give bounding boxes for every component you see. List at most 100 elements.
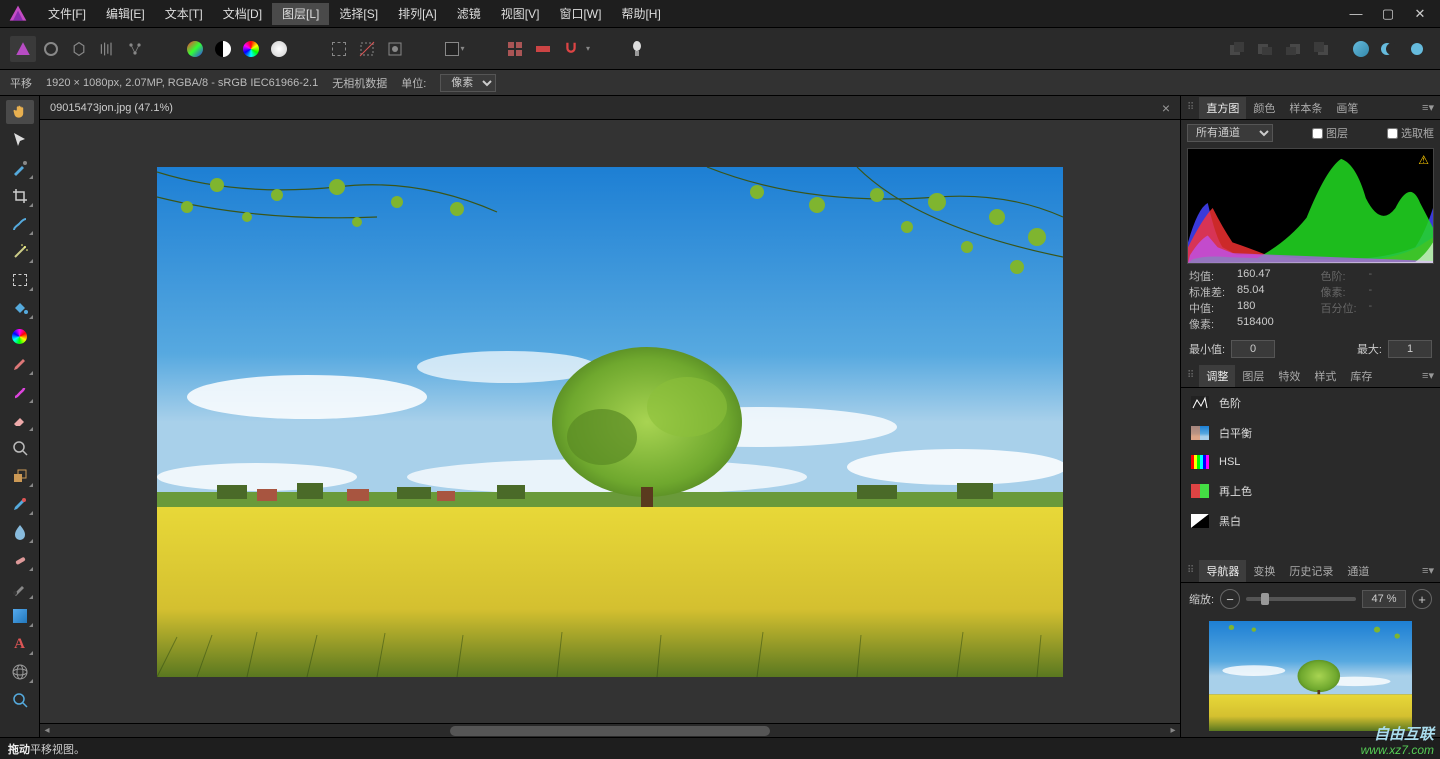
grid-rule-icon[interactable]	[502, 36, 528, 62]
panel-menu-icon[interactable]: ≡▾	[1422, 101, 1434, 114]
minimize-button[interactable]: —	[1340, 6, 1372, 21]
arrange-backward-icon[interactable]	[1252, 36, 1278, 62]
unit-select[interactable]: 像素	[440, 74, 496, 92]
persona-photo-icon[interactable]	[10, 36, 36, 62]
tab-颜色[interactable]: 颜色	[1246, 97, 1282, 119]
marquee-tool[interactable]	[6, 268, 34, 292]
color-picker-tool[interactable]	[6, 156, 34, 180]
tab-历史记录[interactable]: 历史记录	[1282, 560, 1340, 582]
max-input[interactable]	[1388, 340, 1432, 358]
menu-4[interactable]: 图层[L]	[272, 3, 329, 25]
tab-直方图[interactable]: 直方图	[1199, 97, 1246, 119]
blur-tool[interactable]	[6, 520, 34, 544]
persona-develop-icon[interactable]	[66, 36, 92, 62]
tab-图层[interactable]: 图层	[1235, 365, 1271, 387]
menu-5[interactable]: 选择[S]	[329, 3, 388, 25]
zoom-slider[interactable]	[1246, 597, 1356, 601]
selection-hide-icon[interactable]	[354, 36, 380, 62]
scrollbar-thumb[interactable]	[450, 726, 769, 736]
dodge-tool[interactable]	[6, 576, 34, 600]
navigator-preview[interactable]	[1209, 621, 1412, 731]
arrange-front-icon[interactable]	[1308, 36, 1334, 62]
tab-调整[interactable]: 调整	[1199, 365, 1235, 387]
document-tab[interactable]: 09015473jon.jpg (47.1%)	[50, 102, 173, 114]
menu-7[interactable]: 滤镜	[447, 3, 491, 25]
menu-8[interactable]: 视图[V]	[491, 3, 550, 25]
crop-tool[interactable]	[6, 184, 34, 208]
status-text: 平移视图。	[30, 741, 85, 757]
tab-通道[interactable]: 通道	[1340, 560, 1376, 582]
close-tab-button[interactable]: ×	[1162, 100, 1170, 116]
clone-tool[interactable]	[6, 464, 34, 488]
marquee-checkbox[interactable]: 选取框	[1387, 125, 1434, 141]
pan-tool[interactable]	[6, 100, 34, 124]
tab-变换[interactable]: 变换	[1246, 560, 1282, 582]
snap-icon[interactable]	[558, 36, 584, 62]
menu-3[interactable]: 文档[D]	[213, 3, 272, 25]
tab-导航器[interactable]: 导航器	[1199, 560, 1246, 582]
persona-export-icon[interactable]	[122, 36, 148, 62]
menu-9[interactable]: 窗口[W]	[549, 3, 611, 25]
zoom-tool[interactable]	[6, 436, 34, 460]
tab-库存[interactable]: 库存	[1343, 365, 1379, 387]
persona-liquify-icon[interactable]	[38, 36, 64, 62]
panel-menu-icon[interactable]: ≡▾	[1422, 564, 1434, 577]
arrange-forward-icon[interactable]	[1280, 36, 1306, 62]
min-input[interactable]	[1231, 340, 1275, 358]
autowb-icon[interactable]	[266, 36, 292, 62]
autocolor-icon[interactable]	[182, 36, 208, 62]
add-shape-icon[interactable]	[1348, 36, 1374, 62]
grid-alt-icon[interactable]	[530, 36, 556, 62]
gradient-tool[interactable]	[6, 324, 34, 348]
shape-tool[interactable]	[6, 604, 34, 628]
adjustment-HSL[interactable]: HSL	[1181, 448, 1440, 476]
menu-0[interactable]: 文件[F]	[38, 3, 96, 25]
tab-样式[interactable]: 样式	[1307, 365, 1343, 387]
adjustment-白平衡[interactable]: 白平衡	[1181, 418, 1440, 448]
tab-特效[interactable]: 特效	[1271, 365, 1307, 387]
zoom-out-button[interactable]: −	[1220, 589, 1240, 609]
channel-select[interactable]: 所有通道	[1187, 124, 1273, 142]
arrange-back-icon[interactable]	[1224, 36, 1250, 62]
menu-1[interactable]: 编辑[E]	[96, 3, 155, 25]
autocontrast-icon[interactable]	[210, 36, 236, 62]
autolevels-icon[interactable]	[238, 36, 264, 62]
menu-10[interactable]: 帮助[H]	[611, 3, 670, 25]
selection-brush-tool[interactable]	[6, 212, 34, 236]
erase-tool[interactable]	[6, 408, 34, 432]
quickmask-icon[interactable]	[382, 36, 408, 62]
smudge-tool[interactable]	[6, 548, 34, 572]
assistant-icon[interactable]	[624, 36, 650, 62]
menu-items: 文件[F]编辑[E]文本[T]文档[D]图层[L]选择[S]排列[A]滤镜视图[…	[38, 5, 671, 22]
magic-wand-tool[interactable]	[6, 240, 34, 264]
selection-show-icon[interactable]	[326, 36, 352, 62]
horizontal-scrollbar[interactable]: ◂ ▸	[40, 723, 1180, 737]
text-tool[interactable]: A	[6, 632, 34, 656]
layer-checkbox[interactable]: 图层	[1312, 125, 1348, 141]
subtract-shape-icon[interactable]	[1376, 36, 1402, 62]
mesh-tool[interactable]	[6, 660, 34, 684]
adjustment-再上色[interactable]: 再上色	[1181, 476, 1440, 506]
paint-brush-tool[interactable]	[6, 352, 34, 376]
zoom-input[interactable]	[1362, 590, 1406, 608]
intersect-shape-icon[interactable]	[1404, 36, 1430, 62]
adjustment-色阶[interactable]: 色阶	[1181, 388, 1440, 418]
view-tool[interactable]	[6, 688, 34, 712]
tab-样本条[interactable]: 样本条	[1282, 97, 1329, 119]
flood-fill-tool[interactable]	[6, 296, 34, 320]
healing-tool[interactable]	[6, 492, 34, 516]
panel-menu-icon[interactable]: ≡▾	[1422, 369, 1434, 382]
close-button[interactable]: ✕	[1404, 6, 1436, 22]
adjustment-黑白[interactable]: 黑白	[1181, 506, 1440, 536]
maximize-button[interactable]: ▢	[1372, 6, 1404, 22]
crop-overlay-icon[interactable]: ▾	[442, 36, 468, 62]
menu-6[interactable]: 排列[A]	[388, 3, 447, 25]
viewport[interactable]	[40, 120, 1180, 723]
zoom-in-button[interactable]: +	[1412, 589, 1432, 609]
move-tool[interactable]	[6, 128, 34, 152]
tab-画笔[interactable]: 画笔	[1329, 97, 1365, 119]
mixer-brush-tool[interactable]	[6, 380, 34, 404]
persona-tone-icon[interactable]	[94, 36, 120, 62]
menu-2[interactable]: 文本[T]	[155, 3, 213, 25]
document-tab-bar: 09015473jon.jpg (47.1%) ×	[40, 96, 1180, 120]
